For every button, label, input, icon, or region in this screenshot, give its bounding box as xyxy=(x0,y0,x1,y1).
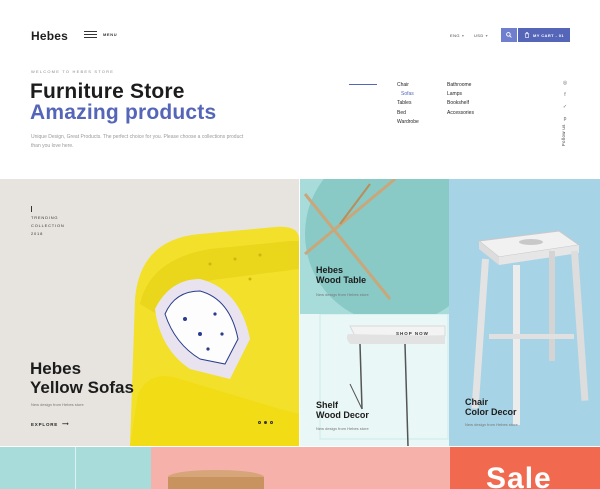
search-button[interactable] xyxy=(501,28,517,42)
tile-wood-table[interactable]: Hebes Wood Table New design from Hebes s… xyxy=(300,179,449,314)
pinterest-icon[interactable]: p xyxy=(562,116,568,122)
social-links: ◎ f ✓ p xyxy=(562,80,568,122)
currency-select[interactable]: USD ▾ xyxy=(474,33,488,38)
menu-label: MENU xyxy=(103,32,118,37)
hero-description: Unique Design, Great Products. The perfe… xyxy=(31,134,244,149)
chair-title: Chair Color Decor xyxy=(465,397,517,418)
chevron-down-icon: ▾ xyxy=(485,33,489,38)
language-select[interactable]: ENG ▾ xyxy=(450,33,464,38)
shelf-title-line2: Wood Decor xyxy=(316,409,369,420)
hamburger-icon xyxy=(84,31,97,38)
arrow-right-icon: ⟶ xyxy=(62,421,70,426)
category-bookshelf[interactable]: Bookshelf xyxy=(447,99,474,108)
instagram-icon[interactable]: ◎ xyxy=(562,80,568,86)
trending-line2: COLLECTION xyxy=(31,223,65,228)
sofa-title-line2: Yellow Sofas xyxy=(30,377,134,397)
category-column-2: Bathroome Lamps Bookshelf Accessories xyxy=(447,81,474,118)
sale-text: Sale xyxy=(486,462,552,489)
welcome-text: WELCOME TO HEBES STORE xyxy=(31,69,115,74)
table-subtitle: New design from Hebes store xyxy=(316,292,369,297)
category-bed[interactable]: Bed xyxy=(397,109,419,118)
category-chair[interactable]: Chair xyxy=(397,81,419,90)
sofa-subtitle: New design from Hebes store xyxy=(31,402,84,407)
chair-subtitle: New design from Hebes store xyxy=(465,422,518,427)
category-tables[interactable]: Tables xyxy=(397,99,419,108)
explore-link[interactable]: EXPLORE ⟶ xyxy=(31,421,69,427)
shop-now-link[interactable]: SHOP NOW xyxy=(396,331,429,336)
slider-dot[interactable] xyxy=(264,421,267,424)
category-divider xyxy=(349,84,377,85)
tile-yellow-sofas[interactable]: TRENDING COLLECTION 2018 Hebes Yellow So… xyxy=(0,179,299,446)
trending-marker xyxy=(31,206,32,212)
explore-label: EXPLORE xyxy=(31,421,59,427)
shelf-title: Shelf Wood Decor xyxy=(316,400,369,421)
currency-value: USD xyxy=(474,33,484,38)
trending-line3: 2018 xyxy=(31,231,44,236)
slider-dots xyxy=(258,421,273,424)
menu-button[interactable]: MENU xyxy=(84,31,117,38)
slider-dot[interactable] xyxy=(270,421,273,424)
hero-title-line2: Amazing products xyxy=(30,101,217,124)
round-table-illustration xyxy=(168,470,264,489)
follow-us-label: Follow us xyxy=(561,124,566,146)
divider-line xyxy=(75,447,76,489)
category-column-1: Chair Sofas Tables Bed Wardrobe xyxy=(397,81,419,127)
table-title-line2: Wood Table xyxy=(316,274,367,285)
language-value: ENG xyxy=(450,33,460,38)
chair-title-line2: Color Decor xyxy=(465,406,517,417)
cart-button[interactable]: MY CART - 01 xyxy=(518,28,570,42)
sofa-title: Hebes Yellow Sofas xyxy=(30,359,134,397)
slider-dot[interactable] xyxy=(258,421,261,424)
logo[interactable]: Hebes xyxy=(31,29,68,43)
tile-shelf-wood-decor[interactable]: SHOP NOW Shelf Wood Decor New design fro… xyxy=(300,314,449,446)
sofa-title-line1: Hebes xyxy=(30,359,82,378)
twitter-icon[interactable]: ✓ xyxy=(562,104,568,110)
shelf-subtitle: New design from Hebes store xyxy=(316,426,369,431)
tile-chair-color-decor[interactable]: Chair Color Decor New design from Hebes … xyxy=(449,179,600,446)
facebook-icon[interactable]: f xyxy=(562,92,568,98)
tile-bottom-teal[interactable] xyxy=(0,447,151,489)
search-icon xyxy=(506,32,512,38)
category-sofas[interactable]: Sofas xyxy=(397,90,419,99)
tile-bottom-pink[interactable] xyxy=(151,447,450,489)
table-title: Hebes Wood Table xyxy=(316,265,367,286)
category-bathroome[interactable]: Bathroome xyxy=(447,81,474,90)
category-accessories[interactable]: Accessories xyxy=(447,109,474,118)
cart-label: MY CART - 01 xyxy=(533,32,564,38)
category-lamps[interactable]: Lamps xyxy=(447,90,474,99)
chevron-down-icon: ▾ xyxy=(461,33,465,38)
trending-collection: TRENDING COLLECTION 2018 xyxy=(31,214,65,238)
trending-line1: TRENDING xyxy=(31,215,59,220)
cart-icon xyxy=(524,32,530,38)
category-wardrobe[interactable]: Wardrobe xyxy=(397,118,419,127)
